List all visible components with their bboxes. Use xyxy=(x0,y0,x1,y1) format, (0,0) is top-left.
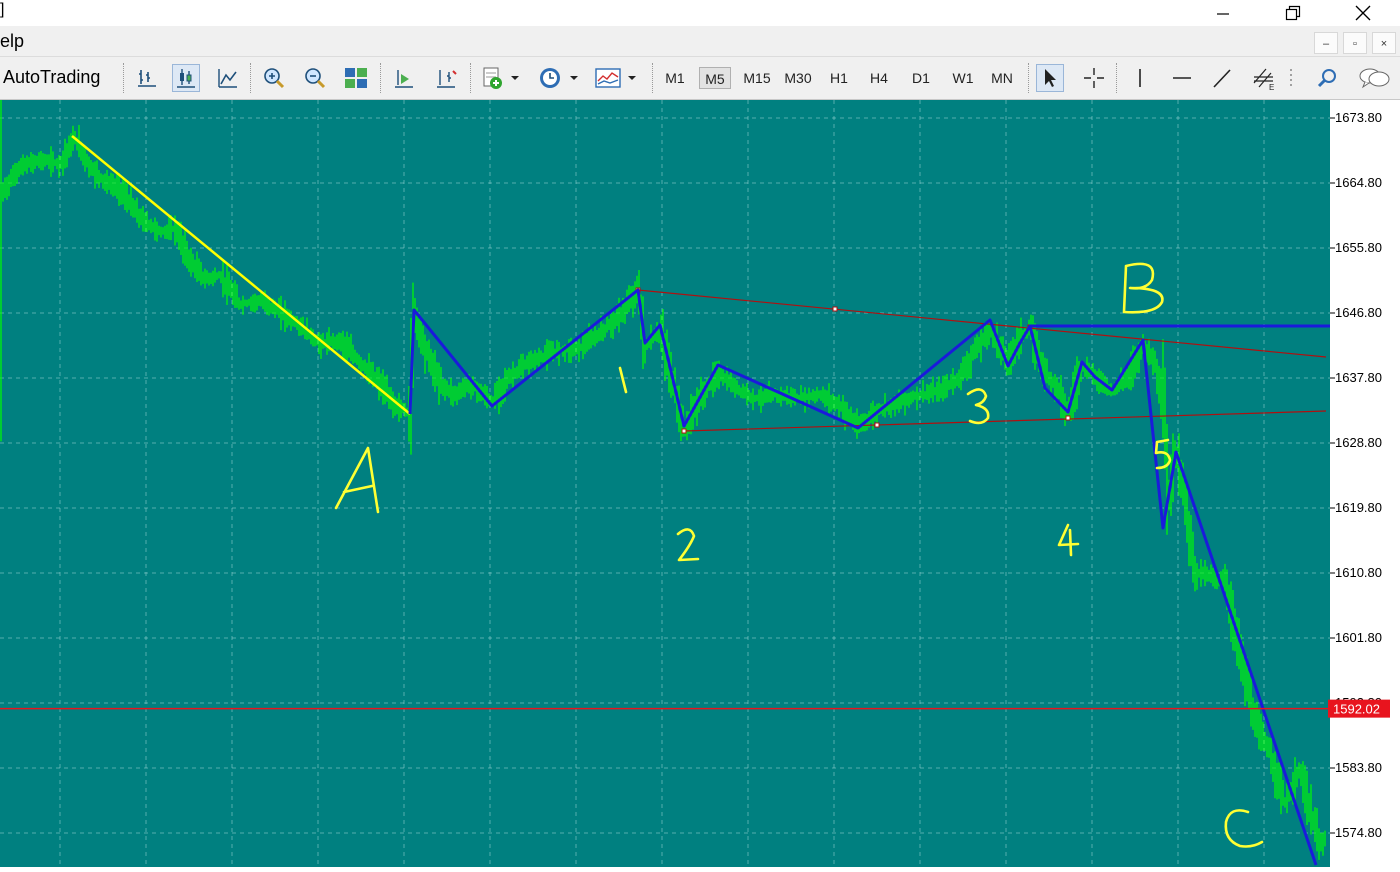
search-button[interactable] xyxy=(1314,64,1342,92)
trendline-tool-button[interactable] xyxy=(1208,64,1236,92)
toolbar-separator xyxy=(123,63,126,93)
templates-button[interactable] xyxy=(594,64,622,92)
crosshair-tool-button[interactable] xyxy=(1080,64,1108,92)
price-axis-label: 1664.80 xyxy=(1335,175,1382,190)
channel-icon: E xyxy=(1253,68,1274,91)
search-icon xyxy=(1317,69,1336,88)
chevron-down-icon xyxy=(511,76,519,80)
drawing-anchor-point xyxy=(1065,415,1071,421)
menu-bar: elp – ▫ × xyxy=(0,26,1400,57)
timeframe-w1[interactable]: W1 xyxy=(947,67,979,89)
zoom-out-icon xyxy=(305,68,326,89)
price-axis-label: 1583.80 xyxy=(1335,760,1382,775)
window-restore-button[interactable] xyxy=(1270,0,1316,26)
grip-icon xyxy=(1290,69,1292,86)
toolbar-grip xyxy=(1286,64,1296,92)
tile-windows-icon xyxy=(345,68,367,88)
timeframe-m1[interactable]: M1 xyxy=(660,67,690,89)
timeframe-m30[interactable]: M30 xyxy=(780,67,816,89)
close-icon xyxy=(1355,5,1371,21)
horizontal-line-icon xyxy=(1173,77,1191,79)
candlestick-icon xyxy=(177,69,195,88)
timeframe-m5[interactable]: M5 xyxy=(699,67,731,89)
chevron-down-icon xyxy=(628,76,636,80)
toolbar-separator xyxy=(1028,63,1031,93)
templates-icon xyxy=(595,68,621,88)
timeframe-h1[interactable]: H1 xyxy=(824,67,854,89)
price-axis-label: 1655.80 xyxy=(1335,240,1382,255)
timeframe-m15[interactable]: M15 xyxy=(739,67,775,89)
price-axis-label: 1619.80 xyxy=(1335,500,1382,515)
window-minimize-button[interactable] xyxy=(1200,0,1246,26)
periods-dropdown[interactable] xyxy=(566,64,582,92)
clock-icon xyxy=(540,68,560,88)
chart-plot-area xyxy=(0,100,1330,867)
cursor-tool-button[interactable] xyxy=(1036,64,1064,92)
drawing-anchor-point xyxy=(681,428,687,434)
chart-minimize-button[interactable]: – xyxy=(1314,32,1338,54)
timeframe-h4[interactable]: H4 xyxy=(864,67,894,89)
current-price-label: 1592.02 xyxy=(1333,702,1380,717)
toolbar-separator xyxy=(470,63,473,93)
crosshair-icon xyxy=(1084,68,1104,88)
zoom-out-button[interactable] xyxy=(301,64,329,92)
templates-dropdown[interactable] xyxy=(624,64,640,92)
main-toolbar: AutoTrading M1 M5 M15 M30 H1 H4 D1 W1 MN… xyxy=(0,57,1400,100)
svg-text:E: E xyxy=(1269,83,1274,91)
line-chart-button[interactable] xyxy=(214,64,242,92)
chart-window[interactable]: 1673.80 1664.80 1655.80 1646.80 1637.80 1628.… xyxy=(0,0,1400,867)
drawing-anchor-point xyxy=(832,306,838,312)
window-close-button[interactable] xyxy=(1340,0,1386,26)
chart-restore-button[interactable]: ▫ xyxy=(1343,32,1367,54)
periods-button[interactable] xyxy=(536,64,564,92)
toolbar-separator xyxy=(250,63,253,93)
chart-shift-icon xyxy=(437,70,457,88)
price-axis xyxy=(1330,100,1400,867)
bar-chart-button[interactable] xyxy=(133,64,161,92)
toolbar-separator xyxy=(1116,63,1119,93)
trendline-icon xyxy=(1213,69,1231,88)
window-titlebar: ] xyxy=(0,0,1400,26)
auto-scroll-icon xyxy=(395,70,413,88)
timeframe-d1[interactable]: D1 xyxy=(906,67,936,89)
price-chart[interactable]: 1673.80 1664.80 1655.80 1646.80 1637.80 1628.… xyxy=(0,0,1400,867)
chart-shift-button[interactable] xyxy=(432,64,460,92)
cursor-arrow-icon xyxy=(1045,69,1056,87)
tile-windows-button[interactable] xyxy=(342,64,370,92)
menu-help[interactable]: elp xyxy=(0,31,24,52)
chart-close-button[interactable]: × xyxy=(1372,32,1396,54)
indicators-dropdown[interactable] xyxy=(507,64,523,92)
timeframe-mn[interactable]: MN xyxy=(986,67,1018,89)
price-axis-label: 1601.80 xyxy=(1335,630,1382,645)
price-axis-label: 1628.80 xyxy=(1335,435,1382,450)
price-axis-label: 1610.80 xyxy=(1335,565,1382,580)
indicators-button[interactable] xyxy=(479,64,507,92)
equidistant-channel-tool-button[interactable]: E xyxy=(1250,64,1278,92)
minimize-icon xyxy=(1217,13,1229,15)
drawing-anchor-point xyxy=(874,422,880,428)
auto-scroll-button[interactable] xyxy=(390,64,418,92)
autotrading-button[interactable]: AutoTrading xyxy=(3,67,100,88)
vertical-line-icon xyxy=(1139,69,1141,87)
window-title: ] xyxy=(0,1,5,18)
line-chart-icon xyxy=(218,69,237,88)
vertical-line-tool-button[interactable] xyxy=(1126,64,1154,92)
price-axis-label: 1673.80 xyxy=(1335,110,1382,125)
indicators-icon xyxy=(483,67,502,89)
horizontal-line-tool-button[interactable] xyxy=(1168,64,1196,92)
candlestick-chart-button[interactable] xyxy=(172,64,200,92)
zoom-in-icon xyxy=(264,68,285,89)
chat-bubbles-icon xyxy=(1359,68,1390,89)
bar-chart-icon xyxy=(138,70,156,87)
price-axis-label: 1637.80 xyxy=(1335,370,1382,385)
price-axis-label: 1574.80 xyxy=(1335,825,1382,840)
toolbar-separator xyxy=(380,63,383,93)
restore-icon xyxy=(1285,5,1301,21)
zoom-in-button[interactable] xyxy=(260,64,288,92)
toolbar-separator xyxy=(652,63,655,93)
price-axis-label: 1646.80 xyxy=(1335,305,1382,320)
chevron-down-icon xyxy=(570,76,578,80)
chat-button[interactable] xyxy=(1356,64,1392,92)
